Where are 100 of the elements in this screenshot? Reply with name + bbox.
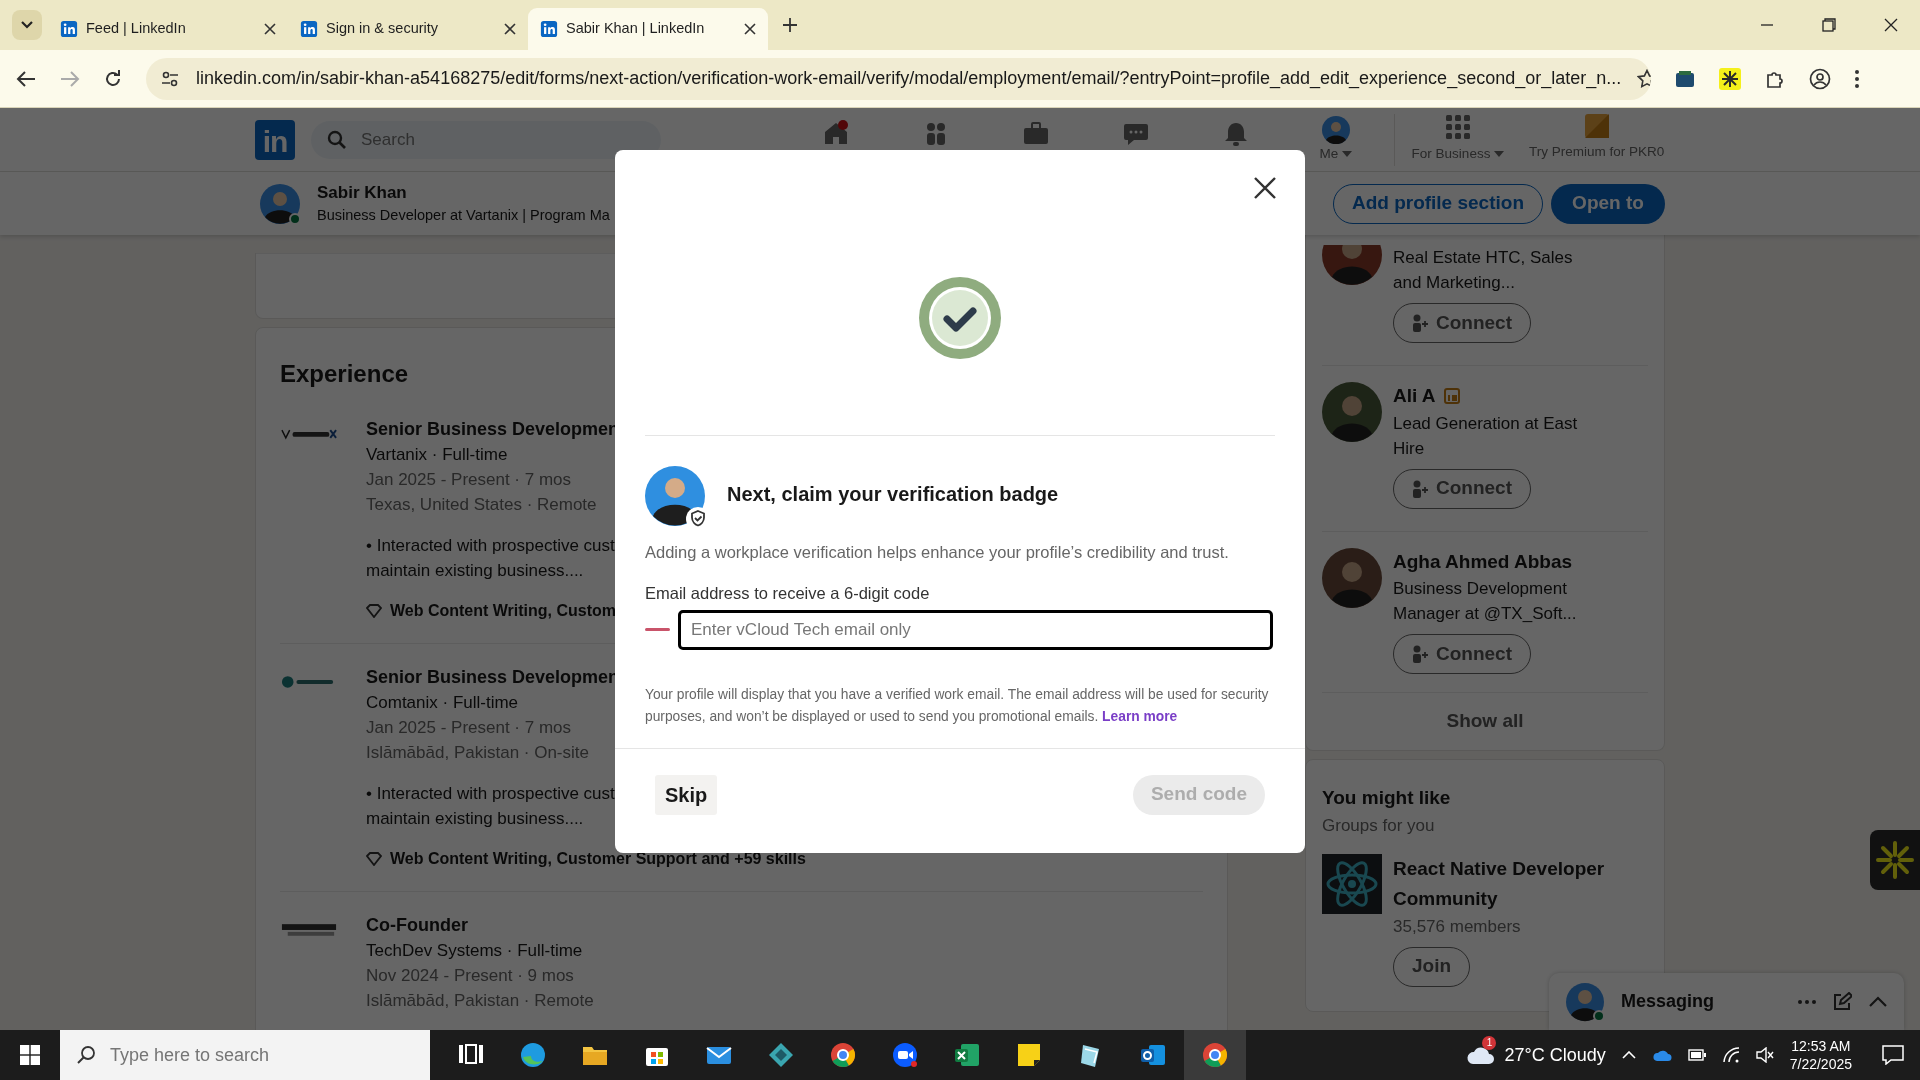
- member-count: 35,576 members: [1393, 915, 1522, 938]
- tab-list-button[interactable]: [12, 10, 42, 40]
- check-circle-icon: [919, 277, 1001, 359]
- spreadsheet-icon: [953, 1041, 981, 1069]
- browser-tab[interactable]: Feed | LinkedIn: [48, 8, 288, 50]
- clock-time[interactable]: 12:53 AM: [1789, 1037, 1852, 1055]
- job-location: Islāmābād, Pakistan · On-site: [366, 742, 589, 764]
- email-field[interactable]: Enter vCloud Tech email only: [678, 609, 1273, 650]
- premium-badge-icon: [1443, 388, 1460, 405]
- bookmark-star-icon[interactable]: [1637, 68, 1651, 89]
- for-business-label[interactable]: For Business: [1411, 143, 1491, 164]
- video-app-icon: [891, 1041, 919, 1069]
- chrome-icon: [1201, 1041, 1229, 1069]
- card-title: You might like: [1322, 786, 1452, 810]
- asterisk-icon[interactable]: [1875, 840, 1915, 880]
- atom-icon: [1322, 853, 1382, 914]
- job-title[interactable]: Senior Business Developmen: [366, 664, 620, 690]
- person-headline: Real Estate HTC, Sales and Marketing...: [1393, 247, 1574, 294]
- job-dates: Nov 2024 - Present · 9 mos: [366, 965, 574, 987]
- me-label[interactable]: Me: [1319, 143, 1339, 164]
- cloud-icon[interactable]: [1651, 1048, 1672, 1062]
- premium-link[interactable]: Try Premium for PKR0: [1529, 141, 1665, 162]
- section-title: Experience: [280, 359, 410, 389]
- caret-icon: [21, 21, 33, 29]
- person-headline: Business Development Manager at @TX_Soft...: [1393, 578, 1578, 625]
- taskbar-app[interactable]: [1184, 1030, 1246, 1080]
- skip-button[interactable]: Skip: [655, 774, 718, 815]
- job-location: Islāmābād, Pakistan · Remote: [366, 990, 594, 1012]
- company-name: Vartanix · Full-time: [366, 444, 508, 466]
- avatar-icon: [1322, 245, 1382, 285]
- job-dates: Jan 2025 - Present · 7 mos: [366, 717, 572, 739]
- diamond-icon: [767, 1041, 795, 1069]
- job-title[interactable]: Co-Founder: [366, 912, 468, 938]
- compose-icon[interactable]: [1832, 991, 1852, 1012]
- connect-button[interactable]: Connect: [1393, 634, 1531, 674]
- more-icon[interactable]: [1798, 999, 1816, 1004]
- search-icon: [77, 1045, 97, 1065]
- add-person-icon: [1412, 314, 1428, 332]
- field-label: Email address to receive a 6-digit code: [645, 582, 931, 604]
- close-icon[interactable]: [744, 23, 756, 35]
- notifications-icon[interactable]: [1882, 1045, 1904, 1065]
- linkedin-logo[interactable]: in: [255, 119, 295, 160]
- add-person-icon: [1412, 479, 1428, 498]
- person-name[interactable]: Ali A: [1393, 382, 1436, 411]
- browser-icon: [519, 1041, 547, 1069]
- more-menu-icon[interactable]: [1855, 69, 1859, 88]
- extension-icon[interactable]: [1719, 67, 1741, 90]
- job-dates: Jan 2025 - Present · 7 mos: [366, 469, 572, 491]
- profile-name: Sabir Khan: [317, 181, 408, 204]
- diamond-icon: [366, 852, 382, 866]
- browser-tab[interactable]: Sabir Khan | LinkedIn: [528, 8, 768, 50]
- browser-tab[interactable]: Sign in & security: [288, 8, 528, 50]
- close-icon[interactable]: [1884, 18, 1898, 32]
- modal-intro: Adding a workplace verification helps enhance your profile’s credibility and trust.: [645, 542, 1230, 563]
- close-icon[interactable]: [1253, 176, 1277, 200]
- windows-start-icon[interactable]: [20, 1045, 40, 1065]
- add-section-button[interactable]: Add profile section: [1332, 183, 1543, 224]
- weather-text[interactable]: 27°C Cloudy: [1504, 1041, 1606, 1069]
- wifi-icon[interactable]: [1721, 1047, 1740, 1063]
- restore-icon[interactable]: [1822, 18, 1836, 32]
- linkedin-favicon-icon: [60, 20, 78, 38]
- profile-icon[interactable]: [1809, 67, 1831, 90]
- taskbar-search-field[interactable]: Type here to search: [60, 1030, 430, 1080]
- close-icon[interactable]: [504, 23, 516, 35]
- job-location: Texas, United States · Remote: [366, 494, 597, 516]
- avatar-icon[interactable]: [1322, 115, 1350, 144]
- open-to-button[interactable]: Open to: [1551, 183, 1665, 224]
- connect-button[interactable]: Connect: [1393, 303, 1531, 343]
- join-button[interactable]: Join: [1393, 946, 1471, 987]
- back-icon[interactable]: [16, 69, 36, 88]
- person-headline: Lead Generation at East Hire: [1393, 412, 1579, 460]
- clock-date[interactable]: 7/22/2025: [1789, 1055, 1852, 1073]
- new-tab-icon[interactable]: [782, 17, 798, 33]
- sticky-note-icon: [1015, 1041, 1043, 1069]
- search-icon: [327, 129, 347, 150]
- grid-icon[interactable]: [1445, 113, 1471, 140]
- diamond-icon: [366, 604, 382, 618]
- avatar-icon: [1322, 382, 1382, 442]
- skills-text[interactable]: Web Content Writing, Custom: [390, 599, 617, 623]
- connect-button[interactable]: Connect: [1393, 468, 1531, 509]
- show-all-button[interactable]: Show all: [1322, 692, 1648, 750]
- extension-icon[interactable]: [1675, 69, 1695, 88]
- volume-muted-icon[interactable]: [1755, 1047, 1774, 1063]
- company-name: TechDev Systems · Full-time: [366, 940, 583, 962]
- caret-icon: [1494, 150, 1505, 157]
- job-description: • Interacted with prospective cust maintain existing business....: [366, 535, 615, 582]
- person-name[interactable]: Agha Ahmed Abbas: [1393, 547, 1573, 576]
- notification-badge: 1: [1482, 1035, 1497, 1050]
- close-icon[interactable]: [264, 23, 276, 35]
- battery-icon[interactable]: [1687, 1049, 1706, 1061]
- learn-more-link[interactable]: Learn more: [1102, 708, 1178, 724]
- profile-headline: Business Developer at Vartanix | Program Ma: [317, 206, 610, 226]
- add-person-icon: [1412, 645, 1428, 663]
- avatar-icon[interactable]: [1565, 981, 1605, 1022]
- job-description: • Interacted with prospective cust maintain existing business....: [366, 783, 615, 830]
- job-title[interactable]: Senior Business Developmen: [366, 416, 620, 442]
- card-subtitle: Groups for you: [1322, 814, 1436, 837]
- company-name: Comtanix · Full-time: [366, 692, 519, 714]
- reload-icon[interactable]: [104, 69, 122, 88]
- group-name[interactable]: React Native Developer Community: [1393, 853, 1648, 914]
